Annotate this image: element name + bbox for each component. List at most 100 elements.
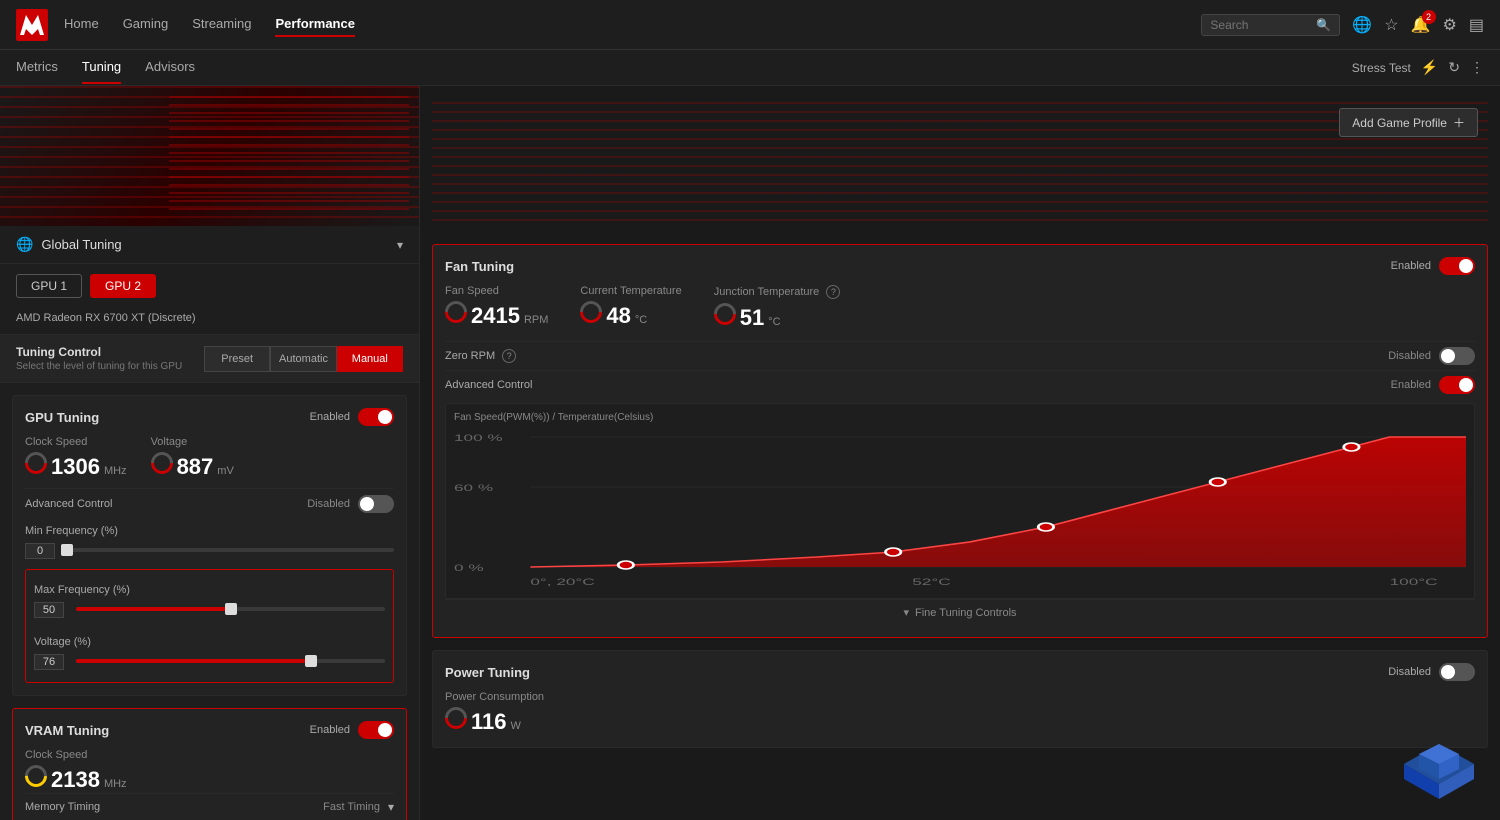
fan-tuning-panel: Fan Tuning Enabled Fan Speed 2415 RPM Cu… (432, 244, 1488, 638)
nav-gaming[interactable]: Gaming (123, 12, 169, 37)
max-freq-thumb[interactable] (225, 603, 237, 615)
gpu-name: AMD Radeon RX 6700 XT (Discrete) (0, 308, 419, 334)
max-freq-value: 50 (34, 602, 64, 618)
nav-streaming[interactable]: Streaming (192, 12, 251, 37)
power-consumption-value-row: 116 W (445, 707, 1475, 735)
max-freq-container: Max Frequency (%) 50 (34, 578, 385, 622)
automatic-button[interactable]: Automatic (270, 346, 336, 372)
sub-nav-items: Metrics Tuning Advisors (16, 51, 1352, 84)
junction-temp-info-icon[interactable]: ? (826, 285, 840, 299)
memory-timing-label: Memory Timing (25, 801, 323, 813)
settings-icon[interactable]: ⚙ (1443, 15, 1457, 35)
gpu2-button[interactable]: GPU 2 (90, 274, 156, 298)
right-banner: Add Game Profile ＋ (432, 98, 1488, 228)
fine-tuning-controls[interactable]: ▾ Fine Tuning Controls (445, 599, 1475, 625)
vram-clock-stat: Clock Speed 2138 MHz (25, 749, 394, 793)
voltage-pct-thumb[interactable] (305, 655, 317, 667)
fan-speed-value-row: 2415 RPM (445, 301, 548, 329)
current-temp-gauge (576, 296, 607, 327)
voltage-pct-track[interactable] (76, 659, 385, 663)
vram-tuning-panel: VRAM Tuning Enabled Clock Speed 2138 MHz… (12, 708, 407, 820)
main-content: 🌐 Global Tuning ▾ GPU 1 GPU 2 AMD Radeon… (0, 86, 1500, 820)
vram-tuning-toggle[interactable] (358, 721, 394, 739)
refresh-icon[interactable]: ↻ (1448, 59, 1460, 76)
fan-tuning-header: Fan Tuning Enabled (445, 257, 1475, 275)
tab-advisors[interactable]: Advisors (145, 51, 195, 84)
gpu-tuning-title: GPU Tuning (25, 410, 310, 425)
banner-area (0, 86, 419, 226)
gpu-tuning-enabled-label: Enabled (310, 411, 350, 423)
fan-tuning-toggle[interactable] (1439, 257, 1475, 275)
fan-chart-container: Fan Speed(PWM(%)) / Temperature(Celsius)… (445, 403, 1475, 599)
tab-tuning[interactable]: Tuning (82, 51, 121, 84)
voltage-pct-fill (76, 659, 311, 663)
max-freq-track[interactable] (76, 607, 385, 611)
junction-temp-value: 51 (740, 305, 764, 331)
min-freq-track[interactable] (67, 548, 394, 552)
voltage-pct-label: Voltage (%) (34, 636, 91, 648)
min-freq-label: Min Frequency (%) (25, 525, 118, 537)
junction-temp-label: Junction Temperature ? (714, 285, 841, 299)
profile-icon[interactable]: ▤ (1469, 15, 1484, 35)
vram-gauge-icon (20, 760, 51, 791)
current-temp-stat: Current Temperature 48 °C (580, 285, 681, 331)
fan-advanced-toggle[interactable] (1439, 376, 1475, 394)
junction-temp-value-row: 51 °C (714, 303, 841, 331)
amd-logo (16, 9, 48, 41)
nav-home[interactable]: Home (64, 12, 99, 37)
clock-speed-stat: Clock Speed 1306 MHz (25, 436, 127, 480)
zero-rpm-toggle[interactable] (1439, 347, 1475, 365)
stress-test-label[interactable]: Stress Test (1352, 61, 1411, 75)
power-tuning-toggle[interactable] (1439, 663, 1475, 681)
nav-right: 🔍 🌐 ☆ 🔔 2 ⚙ ▤ (1201, 14, 1484, 36)
voltage-label: Voltage (151, 436, 234, 448)
max-freq-fill (76, 607, 231, 611)
tab-metrics[interactable]: Metrics (16, 51, 58, 84)
advanced-control-toggle[interactable] (358, 495, 394, 513)
max-freq-label-row: Max Frequency (%) (34, 584, 385, 596)
vram-tuning-header: VRAM Tuning Enabled (25, 721, 394, 739)
language-icon[interactable]: 🌐 (1352, 15, 1372, 35)
nav-performance[interactable]: Performance (275, 12, 354, 37)
preset-button[interactable]: Preset (204, 346, 270, 372)
watermark (1394, 724, 1484, 804)
left-sidebar: 🌐 Global Tuning ▾ GPU 1 GPU 2 AMD Radeon… (0, 86, 420, 820)
power-consumption-label: Power Consumption (445, 691, 1475, 703)
more-icon[interactable]: ⋮ (1470, 59, 1484, 76)
clock-speed-value-row: 1306 MHz (25, 452, 127, 480)
gpu-tuning-toggle[interactable] (358, 408, 394, 426)
search-box[interactable]: 🔍 (1201, 14, 1340, 36)
memory-timing-dropdown[interactable]: ▾ (388, 800, 394, 814)
vram-clock-value-row: 2138 MHz (25, 765, 394, 793)
manual-button[interactable]: Manual (337, 346, 403, 372)
junction-temp-unit: °C (768, 316, 780, 328)
global-tuning[interactable]: 🌐 Global Tuning ▾ (0, 226, 419, 264)
min-freq-thumb[interactable] (61, 544, 73, 556)
fan-chart-svg: 100 % 60 % 0 % 0°, 20°C 52°C 100°C (454, 427, 1466, 587)
voltage-pct-label-row: Voltage (%) (34, 636, 385, 648)
power-enabled-label: Disabled (1388, 666, 1431, 678)
gpu-tuning-header: GPU Tuning Enabled (25, 408, 394, 426)
memory-timing-row: Memory Timing Fast Timing ▾ (25, 793, 394, 820)
search-input[interactable] (1210, 18, 1310, 32)
vram-clock-unit: MHz (104, 778, 127, 790)
power-gauge-icon (440, 702, 471, 733)
svg-text:0°, 20°C: 0°, 20°C (530, 577, 594, 587)
current-temp-value-row: 48 °C (580, 301, 681, 329)
global-tuning-dropdown[interactable]: ▾ (397, 238, 403, 252)
right-panel: Add Game Profile ＋ Fan Tuning Enabled Fa… (420, 86, 1500, 820)
vram-clock-label: Clock Speed (25, 749, 394, 761)
power-tuning-header: Power Tuning Disabled (445, 663, 1475, 681)
gpu1-button[interactable]: GPU 1 (16, 274, 82, 298)
fan-advanced-row: Advanced Control Enabled (445, 370, 1475, 399)
voltage-pct-value: 76 (34, 654, 64, 670)
tuning-control-info: Tuning Control Select the level of tunin… (16, 345, 196, 372)
stress-test-icon[interactable]: ⚡ (1421, 59, 1438, 76)
fan-advanced-label: Advanced Control (445, 379, 1391, 391)
zero-rpm-info-icon[interactable]: ? (502, 349, 516, 363)
add-game-profile-button[interactable]: Add Game Profile ＋ (1339, 108, 1478, 137)
vram-tuning-title: VRAM Tuning (25, 723, 310, 738)
notification-icon[interactable]: 🔔 2 (1411, 15, 1431, 35)
advanced-control-label: Advanced Control (25, 498, 307, 510)
bookmark-icon[interactable]: ☆ (1384, 15, 1398, 35)
